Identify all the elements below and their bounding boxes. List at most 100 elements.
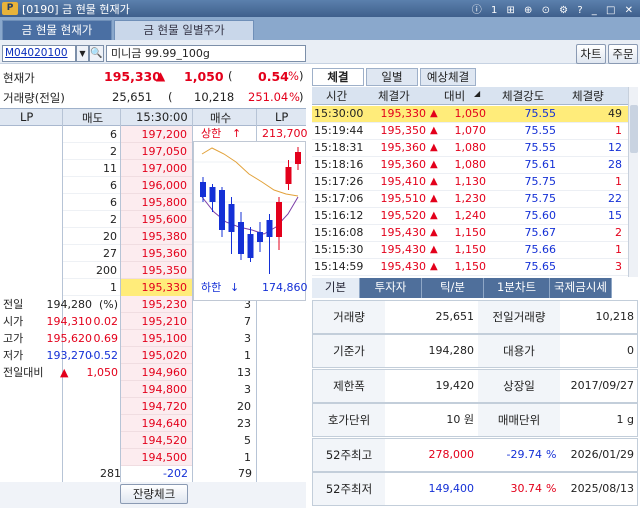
grid-label: 52주최저 (313, 473, 385, 505)
summary-extra: -0.52 (89, 349, 118, 362)
summary-label: 전일 (3, 298, 24, 311)
candle-body (238, 222, 244, 254)
grid-value: 19,420 (435, 378, 475, 392)
trade-strength: 75.55 (524, 124, 557, 137)
up-arrow-icon: ▲ (430, 108, 438, 119)
header-lp-ask: LP (20, 110, 34, 124)
ask-qty: 2 (110, 213, 117, 226)
trade-qty: 1 (615, 175, 622, 188)
prev-close-paren: ) (299, 90, 304, 104)
code-input[interactable]: M04020100 (2, 45, 76, 62)
ask-price[interactable]: 195,360 (121, 245, 188, 262)
title-bar: P [0190] 금 현물 현재가 ⓘ 1 ⊞ ⊕ ⊙ ⚙ ? _ □ ✕ (0, 0, 640, 17)
ask-price[interactable]: 197,050 (121, 143, 188, 160)
chart-button[interactable]: 차트 (576, 44, 606, 64)
tab-basic[interactable]: 기본 (312, 278, 360, 298)
ask-price[interactable]: 196,000 (121, 177, 188, 194)
ask-price[interactable]: 195,380 (121, 228, 188, 245)
window-controls[interactable]: ⓘ 1 ⊞ ⊕ ⊙ ⚙ ? _ □ ✕ (472, 1, 636, 16)
tab-daily-price[interactable]: 금 현물 일별주가 (114, 20, 254, 40)
bid-price[interactable]: 195,020 (121, 347, 188, 364)
tab-expected[interactable]: 예상체결 (420, 68, 476, 86)
trade-change: 1,080 (454, 158, 487, 171)
tab-trades[interactable]: 체결 (312, 68, 364, 86)
candle-chart-svg (194, 147, 307, 274)
info-grid: 거래량 25,651 전일거래량 10,218 기준가 194,280 대용가 0 제한폭 19,… (312, 300, 638, 506)
trade-change: 1,130 (454, 175, 487, 188)
ask-price[interactable]: 195,330 (121, 279, 188, 296)
header-lp-bid: LP (275, 110, 289, 124)
trade-change: 1,050 (454, 107, 487, 120)
grid-date: 2025/08/13 (570, 482, 634, 495)
ask-price[interactable]: 195,350 (121, 262, 188, 279)
header-ask: 매도 (82, 111, 104, 125)
ask-price[interactable]: 195,600 (121, 211, 188, 228)
scrollbar-thumb[interactable] (630, 105, 638, 153)
grid-label: 매매단위 (478, 404, 560, 437)
prev-volume: 10,218 (194, 90, 235, 104)
grid-value: 278,000 (428, 447, 475, 461)
trade-change: 1,150 (454, 260, 487, 273)
ask-qty: 27 (103, 247, 117, 260)
candle-body (209, 187, 216, 202)
grid-value: 10 원 (446, 413, 474, 427)
order-button[interactable]: 주문 (608, 44, 638, 64)
trade-strength: 75.55 (524, 107, 557, 120)
trade-time: 15:18:31 (314, 141, 364, 154)
trade-time: 15:16:08 (314, 226, 364, 239)
candle-body (228, 204, 235, 232)
tab-current-price[interactable]: 금 현물 현재가 (2, 20, 112, 40)
bid-price[interactable]: 194,800 (121, 381, 188, 398)
trade-price: 195,520 (380, 209, 427, 222)
bid-total: 79 (238, 467, 252, 480)
trade-qty: 15 (608, 209, 622, 222)
scrollbar[interactable] (628, 87, 638, 277)
tab-daily[interactable]: 일별 (366, 68, 418, 86)
tab-intl-gold[interactable]: 국제금시세 (550, 278, 612, 298)
tab-investor[interactable]: 투자자 (360, 278, 422, 298)
bid-price[interactable]: 195,210 (121, 313, 188, 330)
bid-qty: 1 (244, 451, 251, 464)
ask-price[interactable]: 195,800 (121, 194, 188, 211)
tab-tick[interactable]: 틱/분 (422, 278, 484, 298)
ask-price[interactable]: 197,000 (121, 160, 188, 177)
bid-price[interactable]: 194,500 (121, 449, 188, 466)
volume-label: 거래량(전일) (3, 91, 65, 105)
th-time: 시간 (326, 89, 348, 103)
up-arrow-icon: ▲ (430, 142, 438, 153)
grid-label: 전일거래량 (478, 301, 560, 333)
ask-price[interactable]: 197,200 (121, 126, 188, 143)
bid-price[interactable]: 194,520 (121, 432, 188, 449)
volume: 25,651 (112, 90, 153, 104)
bid-price[interactable]: 195,230 (121, 296, 188, 313)
bid-price[interactable]: 194,640 (121, 415, 188, 432)
trade-strength: 75.75 (524, 175, 557, 188)
bid-qty: 13 (237, 366, 251, 379)
sort-icon[interactable]: ◢ (474, 89, 480, 98)
lower-limit-label: 하한 (201, 281, 222, 294)
bid-price[interactable]: 195,100 (121, 330, 188, 347)
mini-chart (193, 141, 307, 301)
trade-qty: 1 (615, 124, 622, 137)
trade-price: 195,510 (380, 192, 427, 205)
grid-pct: 30.74 (510, 482, 543, 495)
grid-label: 제한폭 (313, 369, 385, 402)
window-title: [0190] 금 현물 현재가 (22, 3, 130, 16)
grid-label: 대용가 (478, 335, 560, 368)
trade-price: 195,350 (380, 124, 427, 137)
remaining-check-button[interactable]: 잔량체크 (120, 484, 188, 504)
bid-price[interactable]: 194,720 (121, 398, 188, 415)
ask-qty: 11 (103, 162, 117, 175)
ask-qty: 6 (110, 128, 117, 141)
bid-price[interactable]: 194,960 (121, 364, 188, 381)
trade-change: 1,150 (454, 243, 487, 256)
tab-minute-chart[interactable]: 1분차트 (484, 278, 550, 298)
trade-qty: 1 (615, 243, 622, 256)
up-arrow-icon: ▲ (430, 159, 438, 170)
grid-value: 2017/09/27 (570, 378, 634, 392)
chevron-down-icon[interactable]: ▼ (76, 45, 89, 62)
trade-time: 15:16:12 (314, 209, 364, 222)
search-icon[interactable]: 🔍 (89, 45, 104, 62)
summary-label: 전일대비 (3, 366, 44, 379)
trade-qty: 22 (608, 192, 622, 205)
